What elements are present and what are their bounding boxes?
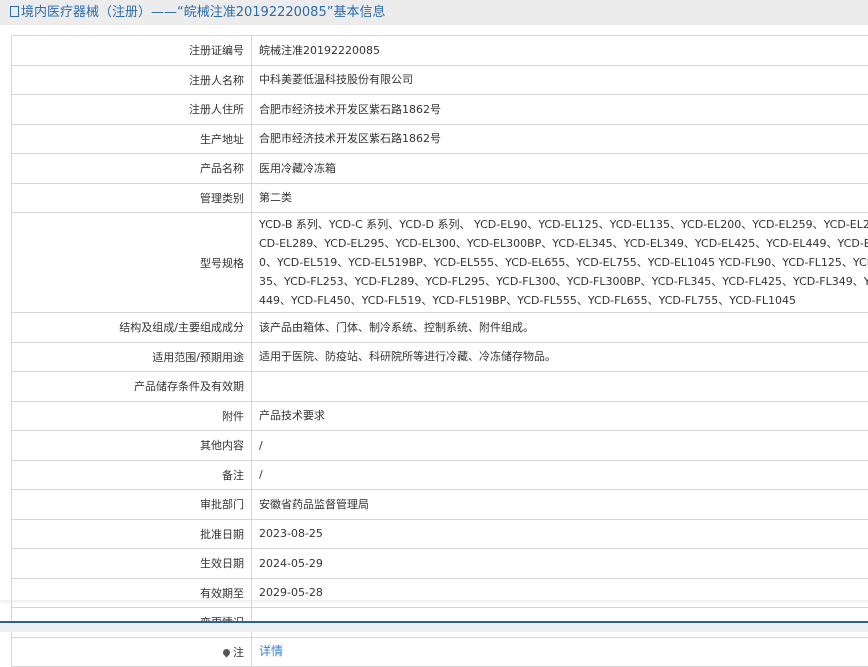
row-value: / (252, 460, 868, 490)
table-row: 其他内容/ (12, 431, 868, 461)
table-row: 产品名称医用冷藏冷冻箱 (12, 154, 868, 184)
row-value: 第二类 (252, 183, 868, 213)
row-value: / (252, 431, 868, 461)
table-row: 备注/ (12, 460, 868, 490)
table-row: 有效期至2029-05-28 (12, 578, 868, 608)
page-header: 境内医疗器械（注册）——“皖械注准20192220085”基本信息 (0, 0, 868, 25)
row-value (252, 372, 868, 402)
row-value: 2029-05-28 (252, 578, 868, 608)
row-label: 生效日期 (12, 549, 252, 579)
page-title: 境内医疗器械（注册）——“皖械注准20192220085”基本信息 (21, 5, 385, 20)
row-label: 有效期至 (12, 578, 252, 608)
document-icon (10, 6, 19, 17)
info-panel: 注册证编号皖械注准20192220085注册人名称中科美菱低温科技股份有限公司注… (0, 25, 868, 600)
row-value: 合肥市经济技术开发区紫石路1862号 (252, 124, 868, 154)
table-row: 适用范围/预期用途适用于医院、防疫站、科研院所等进行冷藏、冷冻储存物品。 (12, 342, 868, 372)
row-label: 其他内容 (12, 431, 252, 461)
row-value: 2023-08-25 (252, 519, 868, 549)
details-link[interactable]: 详情 (259, 644, 283, 658)
table-row: 结构及组成/主要组成成分该产品由箱体、门体、制冷系统、控制系统、附件组成。 (12, 313, 868, 343)
row-label: 适用范围/预期用途 (12, 342, 252, 372)
row-value: 合肥市经济技术开发区紫石路1862号 (252, 95, 868, 125)
row-label: 注册人住所 (12, 95, 252, 125)
table-row: 产品储存条件及有效期 (12, 372, 868, 402)
row-label: 批准日期 (12, 519, 252, 549)
row-label: 注册人名称 (12, 65, 252, 95)
footer-bar (0, 621, 868, 632)
row-value: 医用冷藏冷冻箱 (252, 154, 868, 184)
row-value: 产品技术要求 (252, 401, 868, 431)
row-value: 适用于医院、防疫站、科研院所等进行冷藏、冷冻储存物品。 (252, 342, 868, 372)
table-row-note: 注 详情 (12, 637, 868, 667)
row-value: YCD-B 系列、YCD-C 系列、YCD-D 系列、 YCD-EL90、YCD… (252, 213, 868, 313)
table-row: 审批部门安徽省药品监督管理局 (12, 490, 868, 520)
table-row: 附件产品技术要求 (12, 401, 868, 431)
table-row: 注册人名称中科美菱低温科技股份有限公司 (12, 65, 868, 95)
row-value: 该产品由箱体、门体、制冷系统、控制系统、附件组成。 (252, 313, 868, 343)
row-label: 备注 (12, 460, 252, 490)
row-label: 注册证编号 (12, 36, 252, 66)
table-row: 注册人住所合肥市经济技术开发区紫石路1862号 (12, 95, 868, 125)
row-label: 管理类别 (12, 183, 252, 213)
row-value: 2024-05-29 (252, 549, 868, 579)
row-value: 中科美菱低温科技股份有限公司 (252, 65, 868, 95)
row-label: 结构及组成/主要组成成分 (12, 313, 252, 343)
table-row: 管理类别第二类 (12, 183, 868, 213)
row-label: 生产地址 (12, 124, 252, 154)
row-label: 产品名称 (12, 154, 252, 184)
note-label: 注 (233, 646, 244, 659)
row-label: 审批部门 (12, 490, 252, 520)
row-label: 型号规格 (12, 213, 252, 313)
table-row: 注册证编号皖械注准20192220085 (12, 36, 868, 66)
row-label: 附件 (12, 401, 252, 431)
row-value: 皖械注准20192220085 (252, 36, 868, 66)
table-row: 生效日期2024-05-29 (12, 549, 868, 579)
row-label: 产品储存条件及有效期 (12, 372, 252, 402)
table-row: 型号规格YCD-B 系列、YCD-C 系列、YCD-D 系列、 YCD-EL90… (12, 213, 868, 313)
note-value-cell: 详情 (252, 637, 868, 667)
table-row: 生产地址合肥市经济技术开发区紫石路1862号 (12, 124, 868, 154)
pin-icon (222, 647, 232, 657)
note-label-cell: 注 (12, 637, 252, 667)
table-row: 批准日期2023-08-25 (12, 519, 868, 549)
row-value: 安徽省药品监督管理局 (252, 490, 868, 520)
info-table: 注册证编号皖械注准20192220085注册人名称中科美菱低温科技股份有限公司注… (11, 35, 868, 667)
